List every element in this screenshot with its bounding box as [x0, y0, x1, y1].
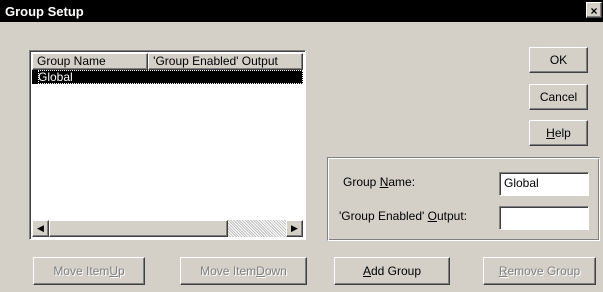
group-list[interactable]: Group Name 'Group Enabled' Output Global…	[29, 50, 306, 240]
cancel-button[interactable]: Cancel	[529, 84, 588, 110]
title-bar: Group Setup ×	[0, 0, 603, 22]
group-enabled-output-field[interactable]	[499, 206, 589, 230]
close-icon[interactable]: ×	[586, 2, 602, 18]
help-button[interactable]: Help	[529, 120, 588, 146]
horizontal-scrollbar[interactable]: ◀ ▶	[32, 220, 303, 237]
group-details-panel: Group Name: Global 'Group Enabled' Outpu…	[327, 157, 600, 241]
help-label: elp	[554, 126, 571, 140]
group-enabled-output-label: 'Group Enabled' Output:	[339, 209, 468, 223]
group-name-label: Group Name:	[343, 175, 416, 189]
move-item-up-button[interactable]: Move Item Up	[33, 257, 145, 285]
window-title: Group Setup	[5, 4, 84, 19]
list-item-name: Global	[38, 70, 73, 84]
list-header: Group Name 'Group Enabled' Output	[32, 53, 303, 70]
scrollbar-thumb[interactable]	[49, 220, 228, 237]
ok-button[interactable]: OK	[529, 47, 588, 73]
help-mnemonic: H	[546, 126, 555, 140]
add-group-button[interactable]: Add Group	[334, 257, 450, 285]
column-header-group-enabled-output[interactable]: 'Group Enabled' Output	[148, 53, 303, 70]
move-item-down-button[interactable]: Move Item Down	[180, 257, 307, 285]
column-header-group-name[interactable]: Group Name	[32, 53, 149, 70]
chevron-left-icon[interactable]: ◀	[32, 220, 49, 237]
list-item[interactable]: Global	[32, 70, 303, 84]
group-name-field[interactable]: Global	[499, 172, 589, 196]
chevron-right-icon[interactable]: ▶	[286, 220, 303, 237]
remove-group-button[interactable]: Remove Group	[483, 257, 596, 285]
